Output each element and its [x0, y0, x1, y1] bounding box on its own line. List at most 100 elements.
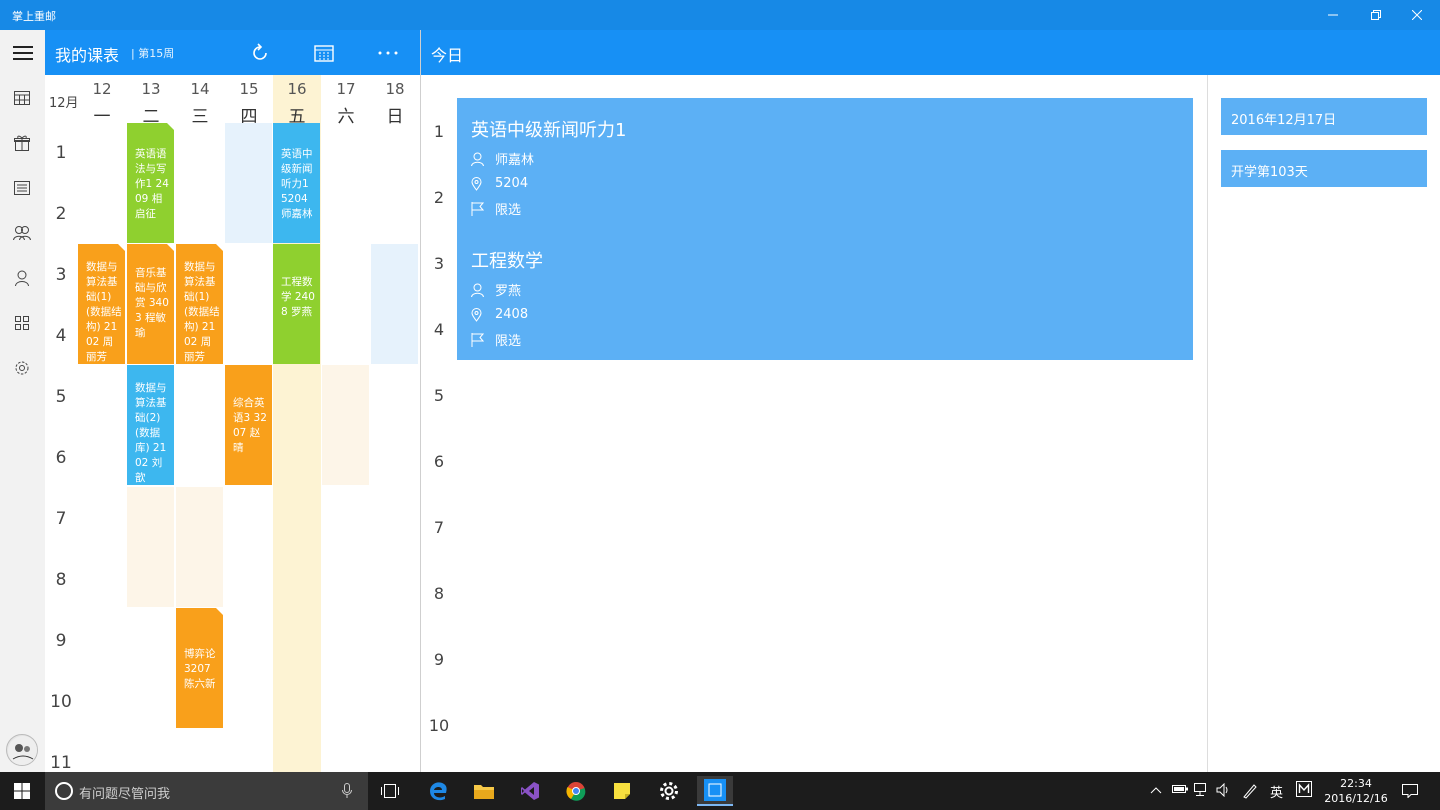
period-number: 9 — [55, 631, 67, 651]
taskbar-clock[interactable]: 22:34 2016/12/16 — [1316, 776, 1396, 806]
empty-slot[interactable] — [176, 487, 223, 607]
day-number: 17 — [336, 80, 356, 98]
classroom: 2408 — [495, 307, 529, 322]
course-cell[interactable]: 综合英语3 3207 赵晴 — [225, 365, 272, 485]
course-name: 英语中级新闻听力1 — [471, 120, 627, 141]
empty-slot[interactable] — [322, 365, 369, 485]
settings-gear-icon[interactable] — [11, 357, 33, 379]
teacher-icon — [471, 283, 495, 297]
edge-browser-icon[interactable] — [420, 776, 456, 806]
news-icon[interactable] — [11, 177, 33, 199]
today-period-number: 9 — [433, 650, 445, 669]
taskbar: 有问题尽管问我 英 22:34 2016/12/16 — [0, 772, 1440, 810]
teacher-name: 师嘉林 — [495, 153, 535, 168]
windows-start-icon[interactable] — [4, 776, 40, 806]
volume-icon[interactable] — [1216, 782, 1232, 800]
cortana-circle-icon — [54, 781, 74, 805]
period-number: 10 — [50, 692, 72, 712]
course-name: 工程数学 — [471, 251, 543, 272]
clock-time: 22:34 — [1340, 777, 1372, 790]
classroom: 5204 — [495, 176, 529, 191]
day-name: 一 — [93, 107, 111, 127]
settings-app-icon[interactable] — [651, 776, 687, 806]
location-pin-icon — [471, 307, 495, 322]
empty-slot[interactable] — [127, 487, 174, 607]
restore-button[interactable] — [1353, 0, 1399, 30]
today-course-card[interactable]: 英语中级新闻听力1 师嘉林 5204 限选 工程数学 罗燕 2408 限选 — [457, 98, 1193, 360]
empty-slot[interactable] — [371, 244, 418, 364]
period-number: 7 — [55, 509, 67, 529]
window-title: 掌上重邮 — [12, 10, 56, 23]
flag-icon — [471, 332, 495, 347]
today-period-number: 5 — [433, 386, 445, 405]
today-period-number: 3 — [433, 254, 445, 273]
course-cell[interactable]: 数据与算法基础(1)(数据结构) 2102 周丽芳 — [176, 244, 223, 364]
course-cell[interactable]: 博弈论 3207 陈六新 — [176, 608, 223, 728]
day-name: 六 — [337, 107, 355, 127]
gift-icon[interactable] — [11, 132, 33, 154]
period-number: 8 — [55, 570, 67, 590]
day-name: 日 — [386, 107, 404, 127]
battery-icon[interactable] — [1172, 783, 1188, 797]
period-number: 11 — [50, 753, 72, 772]
network-icon[interactable] — [1194, 783, 1210, 800]
date-box: 2016年12月17日 — [1221, 98, 1427, 135]
person-icon[interactable] — [11, 267, 33, 289]
day-number: 12 — [92, 80, 112, 98]
course-cell[interactable]: 英语语法与写作1 2409 相启征 — [127, 123, 174, 243]
week-label: | 第15周 — [131, 47, 175, 60]
month-label: 12月 — [49, 96, 79, 111]
close-button[interactable] — [1394, 0, 1440, 30]
course-type: 限选 — [495, 203, 522, 218]
input-method-indicator[interactable]: 英 — [1270, 782, 1283, 801]
today-course[interactable]: 工程数学 罗燕 2408 限选 — [471, 247, 543, 352]
zhangshang-app-icon[interactable] — [697, 776, 733, 806]
today-period-number: 8 — [433, 584, 445, 603]
sticky-notes-icon[interactable] — [604, 776, 640, 806]
today-period-number: 1 — [433, 122, 445, 141]
today-period-number: 6 — [433, 452, 445, 471]
course-type: 限选 — [495, 334, 522, 349]
period-number: 2 — [55, 204, 67, 224]
day-number: 14 — [190, 80, 210, 98]
today-period-number: 10 — [428, 716, 450, 735]
pen-workspace-icon[interactable] — [1242, 783, 1258, 802]
teacher-name: 罗燕 — [495, 284, 522, 299]
user-avatar[interactable] — [6, 734, 38, 766]
file-explorer-icon[interactable] — [466, 776, 502, 806]
chrome-browser-icon[interactable] — [558, 776, 594, 806]
location-pin-icon — [471, 176, 495, 191]
schedule-grid: 12月 12 一 13 二 14 三 15 四 16 五 17 六 18 日 1… — [45, 75, 420, 772]
period-number: 6 — [55, 448, 67, 468]
flag-icon — [471, 201, 495, 216]
show-hidden-icons-chevron-icon[interactable] — [1150, 783, 1162, 797]
schedule-title: 我的课表 — [55, 46, 120, 65]
period-number: 1 — [55, 143, 67, 163]
more-options-icon[interactable] — [373, 38, 403, 68]
course-cell[interactable]: 工程数学 2408 罗燕 — [273, 244, 320, 364]
calendar-icon[interactable] — [11, 87, 33, 109]
microphone-icon[interactable] — [342, 783, 352, 803]
today-period-number: 2 — [433, 188, 445, 207]
ime-mode-icon[interactable] — [1296, 781, 1312, 800]
info-divider — [1207, 75, 1208, 772]
hamburger-menu-icon[interactable] — [0, 30, 45, 75]
course-cell[interactable]: 数据与算法基础(2)(数据库) 2102 刘歆 — [127, 365, 174, 485]
cortana-search-box[interactable]: 有问题尽管问我 — [45, 772, 368, 810]
minimize-button[interactable] — [1310, 0, 1356, 30]
today-period-number: 7 — [433, 518, 445, 537]
apps-grid-icon[interactable] — [11, 312, 33, 334]
period-number: 3 — [55, 265, 67, 285]
refresh-icon[interactable] — [245, 38, 275, 68]
course-cell[interactable]: 数据与算法基础(1)(数据结构) 2102 周丽芳 — [78, 244, 125, 364]
task-view-icon[interactable] — [372, 776, 408, 806]
course-cell[interactable]: 音乐基础与欣赏 3403 程敏瑜 — [127, 244, 174, 364]
visual-studio-icon[interactable] — [512, 776, 548, 806]
community-icon[interactable] — [11, 222, 33, 244]
empty-slot[interactable] — [225, 123, 272, 243]
day-number: 16 — [287, 80, 307, 98]
course-cell[interactable]: 英语中级新闻听力1 5204 师嘉林 — [273, 123, 320, 243]
today-course[interactable]: 英语中级新闻听力1 师嘉林 5204 限选 — [471, 116, 626, 221]
week-calendar-icon[interactable] — [309, 38, 339, 68]
action-center-notification-icon[interactable] — [1402, 784, 1418, 801]
